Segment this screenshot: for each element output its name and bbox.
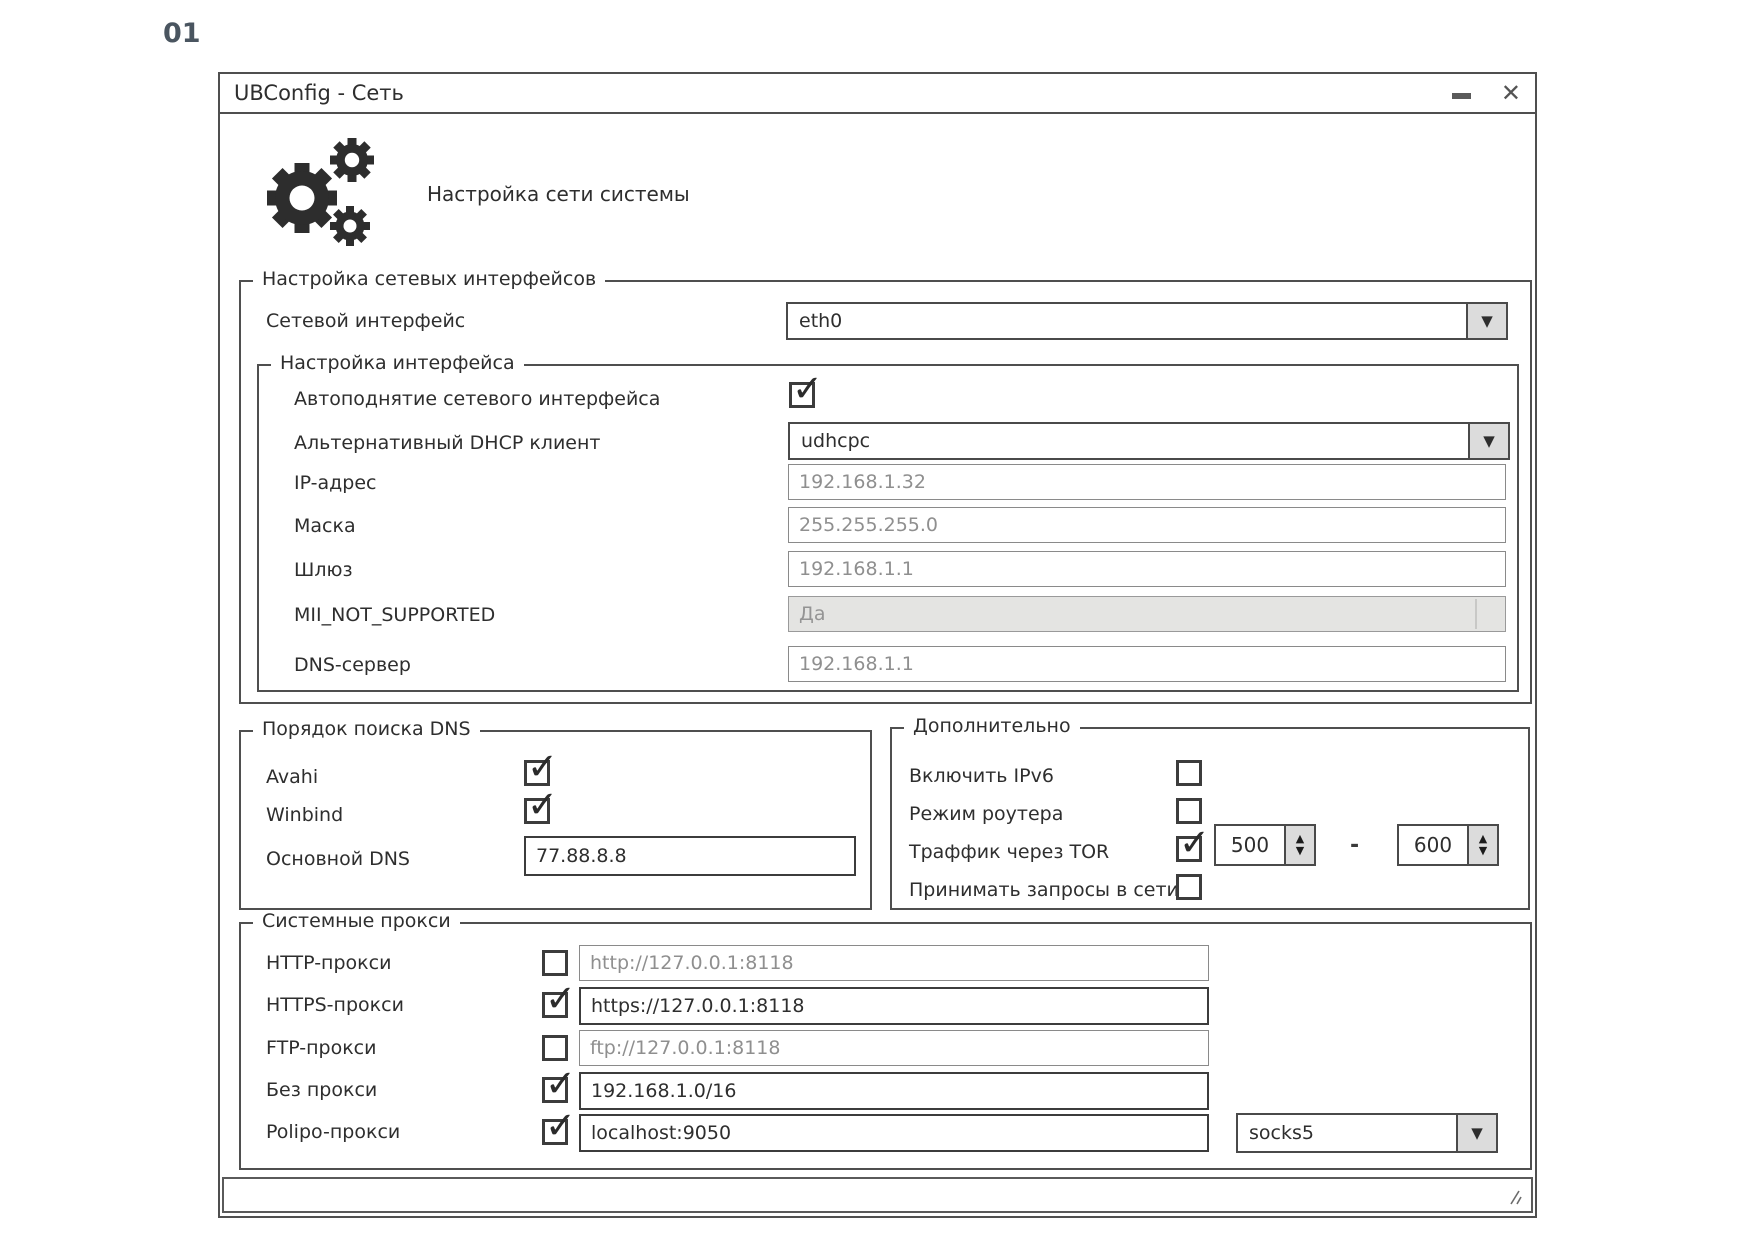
ip-address-field[interactable] <box>788 464 1506 500</box>
mii-field-divider <box>1475 599 1477 629</box>
http-proxy-label: HTTP-прокси <box>266 952 391 974</box>
port-range-separator: - <box>1350 833 1359 858</box>
avahi-label: Avahi <box>266 766 318 788</box>
netmask-label: Маска <box>294 515 356 537</box>
tor-port-to-value: 600 <box>1399 826 1467 864</box>
minimize-icon[interactable] <box>1452 93 1471 99</box>
group-dns-order: Порядок поиска DNS Avahi ✓ Winbind ✓ Осн… <box>239 730 872 910</box>
auto-up-label: Автоподнятие сетевого интерфейса <box>294 388 660 410</box>
https-proxy-label: HTTPS-прокси <box>266 994 404 1016</box>
no-proxy-field[interactable] <box>579 1072 1209 1110</box>
group-additional-legend: Дополнительно <box>904 715 1080 737</box>
polipo-proxy-label: Polipo-прокси <box>266 1121 400 1143</box>
chevron-down-icon[interactable]: ▼ <box>1456 1115 1496 1151</box>
page-annotation: 01 <box>163 18 201 49</box>
check-icon: ✓ <box>527 748 558 785</box>
dhcp-client-select-value: udhcpc <box>790 424 1468 458</box>
netmask-field[interactable] <box>788 507 1506 543</box>
primary-dns-field[interactable] <box>524 836 856 876</box>
ftp-proxy-label: FTP-прокси <box>266 1037 376 1059</box>
polipo-protocol-select[interactable]: socks5 ▼ <box>1236 1113 1498 1153</box>
https-proxy-field[interactable] <box>579 987 1209 1025</box>
status-bar <box>222 1177 1533 1213</box>
window-title: UBConfig - Сеть <box>234 81 404 105</box>
http-proxy-field[interactable] <box>579 945 1209 981</box>
check-icon: ✓ <box>545 1107 576 1144</box>
accept-requests-checkbox[interactable]: ✓ <box>1176 874 1202 900</box>
router-mode-label: Режим роутера <box>909 803 1063 825</box>
winbind-label: Winbind <box>266 804 343 826</box>
group-network-interfaces: Настройка сетевых интерфейсов Сетевой ин… <box>239 280 1532 704</box>
mii-not-supported-field: Да <box>788 596 1506 632</box>
tor-traffic-label: Траффик через TOR <box>909 841 1109 863</box>
ftp-proxy-checkbox[interactable]: ✓ <box>542 1035 568 1061</box>
dns-server-label: DNS-сервер <box>294 654 411 676</box>
check-icon: ✓ <box>545 1065 576 1102</box>
chevron-down-icon[interactable]: ▼ <box>1468 424 1508 458</box>
group-interface-settings: Настройка интерфейса Автоподнятие сетево… <box>257 364 1519 692</box>
ipv6-checkbox[interactable]: ✓ <box>1176 760 1202 786</box>
check-icon: ✓ <box>792 370 823 407</box>
titlebar[interactable]: UBConfig - Сеть ✕ <box>220 74 1535 114</box>
interface-select[interactable]: eth0 ▼ <box>786 302 1508 340</box>
group-system-proxies: Системные прокси HTTP-прокси ✓ HTTPS-про… <box>239 922 1532 1170</box>
close-icon[interactable]: ✕ <box>1501 81 1521 105</box>
check-icon: ✓ <box>1179 824 1210 861</box>
https-proxy-checkbox[interactable]: ✓ <box>542 992 568 1018</box>
http-proxy-checkbox[interactable]: ✓ <box>542 950 568 976</box>
group-system-proxies-legend: Системные прокси <box>253 910 460 932</box>
gears-icon <box>267 134 381 250</box>
spinner-arrows-icon[interactable]: ▲▼ <box>1467 826 1497 864</box>
interface-select-value: eth0 <box>788 304 1466 338</box>
ubconfig-window: UBConfig - Сеть ✕ <box>218 72 1537 1218</box>
interface-label: Сетевой интерфейс <box>266 310 465 332</box>
check-icon: ✓ <box>545 980 576 1017</box>
tor-traffic-checkbox[interactable]: ✓ <box>1176 836 1202 862</box>
ip-address-label: IP-адрес <box>294 472 376 494</box>
chevron-down-icon[interactable]: ▼ <box>1466 304 1506 338</box>
group-dns-order-legend: Порядок поиска DNS <box>253 718 480 740</box>
auto-up-checkbox[interactable]: ✓ <box>789 382 815 408</box>
polipo-protocol-value: socks5 <box>1238 1115 1456 1151</box>
check-icon: ✓ <box>527 786 558 823</box>
ftp-proxy-field[interactable] <box>579 1030 1209 1066</box>
ipv6-label: Включить IPv6 <box>909 765 1054 787</box>
primary-dns-label: Основной DNS <box>266 848 410 870</box>
dhcp-client-select[interactable]: udhcpc ▼ <box>788 422 1510 460</box>
accept-requests-label: Принимать запросы в сети <box>909 879 1179 901</box>
gateway-field[interactable] <box>788 551 1506 587</box>
group-network-interfaces-legend: Настройка сетевых интерфейсов <box>253 268 605 290</box>
no-proxy-label: Без прокси <box>266 1079 377 1101</box>
dhcp-client-label: Альтернативный DHCP клиент <box>294 432 600 454</box>
spinner-arrows-icon[interactable]: ▲▼ <box>1284 826 1314 864</box>
mii-not-supported-label: MII_NOT_SUPPORTED <box>294 604 495 626</box>
dns-server-field[interactable] <box>788 646 1506 682</box>
mii-not-supported-value: Да <box>799 603 826 625</box>
tor-port-from-value: 500 <box>1216 826 1284 864</box>
group-interface-settings-legend: Настройка интерфейса <box>271 352 524 374</box>
polipo-proxy-field[interactable] <box>579 1114 1209 1152</box>
polipo-proxy-checkbox[interactable]: ✓ <box>542 1119 568 1145</box>
winbind-checkbox[interactable]: ✓ <box>524 798 550 824</box>
group-additional: Дополнительно Включить IPv6 ✓ Режим роут… <box>890 727 1530 910</box>
tor-port-to-spinner[interactable]: 600 ▲▼ <box>1397 824 1499 866</box>
gateway-label: Шлюз <box>294 559 353 581</box>
tor-port-from-spinner[interactable]: 500 ▲▼ <box>1214 824 1316 866</box>
page-title: Настройка сети системы <box>427 182 690 206</box>
resize-grip-icon[interactable] <box>1505 1187 1525 1207</box>
no-proxy-checkbox[interactable]: ✓ <box>542 1077 568 1103</box>
